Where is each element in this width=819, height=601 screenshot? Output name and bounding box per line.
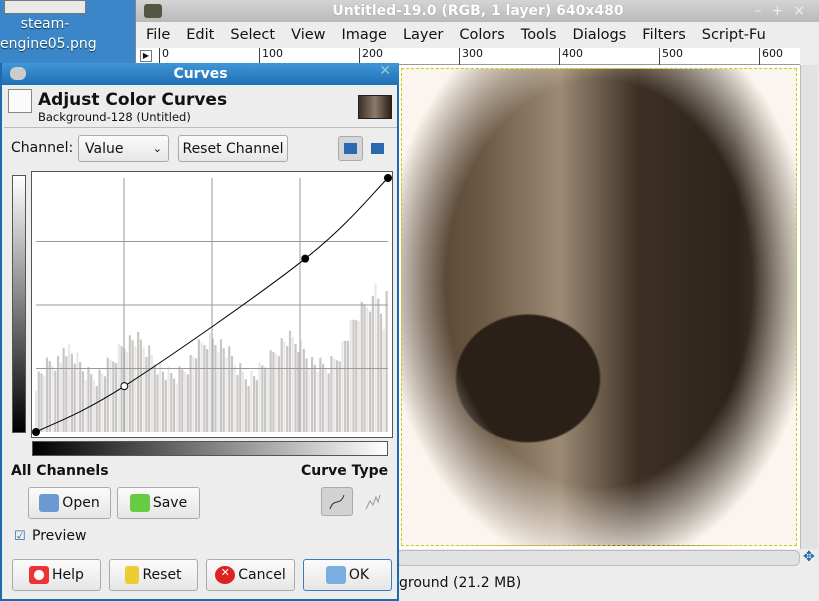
preview-checkbox[interactable]: ☑ xyxy=(14,529,26,544)
dialog-title: Curves xyxy=(2,63,399,85)
horizontal-scrollbar[interactable] xyxy=(396,550,800,566)
curve-control-point[interactable] xyxy=(120,382,129,391)
menu-select[interactable]: Select xyxy=(230,27,275,43)
image-photo xyxy=(401,68,797,546)
navigate-icon[interactable]: ✥ xyxy=(803,549,815,565)
chevron-down-icon: ⌄ xyxy=(152,142,162,155)
desktop-icon-label[interactable]: steam-engine05.png xyxy=(0,14,97,54)
menu-edit[interactable]: Edit xyxy=(186,27,214,43)
input-gradient-bar xyxy=(32,441,388,456)
curve-control-point[interactable] xyxy=(301,254,310,263)
desktop-icon-thumbnail[interactable] xyxy=(4,0,86,14)
menu-colors[interactable]: Colors xyxy=(459,27,504,43)
cancel-label: Cancel xyxy=(238,567,286,583)
ruler-tick: 300 xyxy=(459,48,483,65)
help-label: Help xyxy=(52,567,84,583)
curve-type-freehand-button[interactable] xyxy=(360,489,386,515)
menu-bar: File Edit Select View Image Layer Colors Tools D… xyxy=(136,22,819,48)
menu-image[interactable]: Image xyxy=(342,27,387,43)
log-histogram-icon[interactable] xyxy=(367,138,387,158)
menu-dialogs[interactable]: Dialogs xyxy=(573,27,627,43)
reset-label: Reset xyxy=(142,567,182,583)
menu-tools[interactable]: Tools xyxy=(521,27,557,43)
reset-channel-button[interactable]: Reset Channel xyxy=(178,135,288,162)
ok-label: OK xyxy=(348,567,370,583)
curves-tool-icon xyxy=(8,89,32,113)
curve-graph[interactable] xyxy=(31,171,393,438)
open-button[interactable]: Open xyxy=(28,487,111,519)
channel-label: Channel: xyxy=(11,140,74,156)
gimp-icon xyxy=(144,4,162,18)
window-controls[interactable]: –+× xyxy=(755,3,815,19)
curve-type-smooth-button[interactable] xyxy=(321,487,353,516)
ruler-tick: 400 xyxy=(559,48,583,65)
ruler-menu-button[interactable]: ▶ xyxy=(140,50,152,62)
ok-icon xyxy=(325,566,346,584)
dialog-subheading: Background-128 (Untitled) xyxy=(38,110,191,124)
save-label: Save xyxy=(152,495,188,511)
reset-icon xyxy=(125,566,140,584)
dialog-heading: Adjust Color Curves xyxy=(38,90,228,110)
help-button[interactable]: Help xyxy=(12,559,101,591)
ruler-tick: 600 xyxy=(759,48,783,65)
layer-thumbnail xyxy=(358,95,392,119)
close-icon[interactable]: ✕ xyxy=(379,63,391,79)
channel-select[interactable]: Value ⌄ xyxy=(78,135,169,162)
save-icon xyxy=(129,494,150,512)
help-icon xyxy=(29,566,50,584)
curve-control-point[interactable] xyxy=(32,428,40,436)
menu-layer[interactable]: Layer xyxy=(403,27,443,43)
menu-view[interactable]: View xyxy=(291,27,325,43)
status-bar: ground (21.2 MB) xyxy=(399,575,522,591)
folder-icon xyxy=(39,494,60,512)
image-window-title: Untitled-19.0 (RGB, 1 layer) 640x480 xyxy=(136,0,819,22)
output-gradient-bar xyxy=(12,175,26,433)
reset-button[interactable]: Reset xyxy=(109,559,198,591)
vertical-scrollbar[interactable] xyxy=(800,65,818,549)
curves-dialog: Curves ✕ Adjust Color Curves Background-… xyxy=(0,63,399,601)
cancel-button[interactable]: ✕ Cancel xyxy=(206,559,295,591)
menu-filters[interactable]: Filters xyxy=(642,27,685,43)
menu-script-fu[interactable]: Script-Fu xyxy=(702,27,766,43)
preview-label[interactable]: Preview xyxy=(32,528,87,544)
save-button[interactable]: Save xyxy=(117,487,200,519)
cancel-icon: ✕ xyxy=(215,566,236,584)
ruler-tick: 500 xyxy=(659,48,683,65)
channel-value: Value xyxy=(85,140,124,157)
ok-button[interactable]: OK xyxy=(303,559,392,591)
linear-histogram-icon[interactable] xyxy=(338,136,363,161)
curve-control-point[interactable] xyxy=(384,174,392,182)
divider xyxy=(4,127,397,128)
all-channels-label: All Channels xyxy=(11,463,109,479)
gimp-icon xyxy=(10,67,26,80)
open-label: Open xyxy=(62,495,100,511)
menu-file[interactable]: File xyxy=(146,27,170,43)
curve-type-label: Curve Type xyxy=(301,463,389,479)
